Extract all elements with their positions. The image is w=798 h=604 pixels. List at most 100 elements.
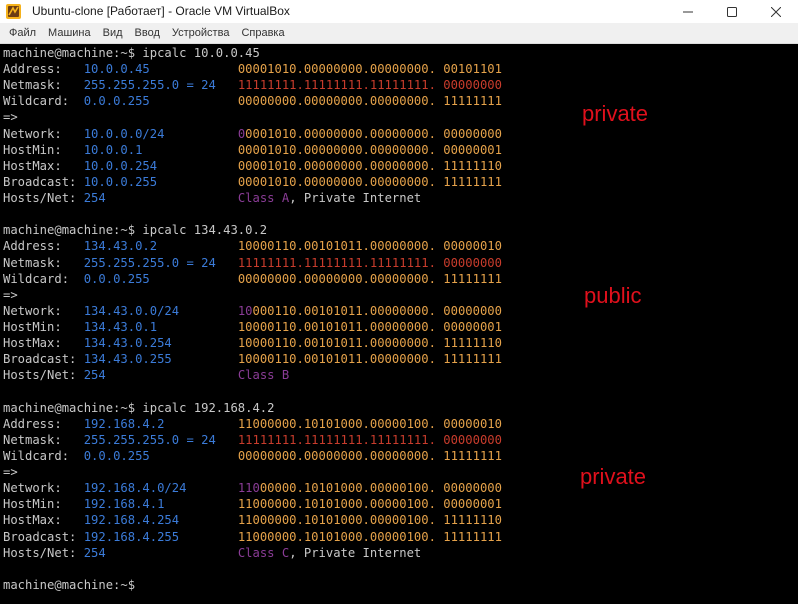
terminal-text: Broadcast:: [3, 529, 84, 544]
terminal-text: 192.168.4.0/24: [83, 481, 238, 496]
terminal-text: 00001010.00000000.00000000. 11111110: [237, 158, 502, 173]
terminal-screen[interactable]: machine@machine:~$ ipcalc 10.0.0.45 Addre…: [0, 44, 798, 604]
terminal-line: HostMin: 10.0.0.1 00001010.00000000.0000…: [3, 142, 502, 158]
terminal-line: =>: [3, 464, 18, 480]
terminal-text: 134.43.0.254: [83, 336, 238, 351]
menu-input[interactable]: Ввод: [129, 27, 166, 39]
terminal-text: 10000110.00101011.00000000. 11111110: [237, 336, 502, 351]
terminal-text: =>: [3, 110, 18, 125]
terminal-text: 134.43.0.2: [83, 239, 238, 254]
terminal-text: 254: [83, 545, 238, 560]
menu-bar: Файл Машина Вид Ввод Устройства Справка: [0, 23, 798, 44]
terminal-text: Address:: [3, 416, 84, 431]
maximize-icon: [727, 6, 737, 17]
terminal-line: Wildcard: 0.0.0.255 00000000.00000000.00…: [3, 93, 502, 109]
terminal-text: 11111111.11111111.11111111. 00000000: [237, 78, 502, 93]
menu-help[interactable]: Справка: [235, 27, 290, 39]
terminal-line: machine@machine:~$: [3, 577, 135, 593]
terminal-line: Network: 192.168.4.0/24 11000000.1010100…: [3, 480, 502, 496]
terminal-text: 192.168.4.2: [83, 416, 238, 431]
terminal-text: Network:: [3, 481, 84, 496]
terminal-text: 10.0.0.254: [83, 158, 238, 173]
terminal-text: Hosts/Net:: [3, 545, 84, 560]
terminal-text: Network:: [3, 303, 84, 318]
terminal-line: Netmask: 255.255.255.0 = 24 11111111.111…: [3, 255, 502, 271]
terminal-text: machine@machine:~$ ipcalc 192.168.4.2: [3, 400, 275, 415]
terminal-text: , Private Internet: [289, 191, 422, 206]
terminal-text: Netmask:: [3, 78, 84, 93]
terminal-line: Hosts/Net: 254 Class C, Private Internet: [3, 545, 421, 561]
terminal-text: HostMax:: [3, 513, 84, 528]
terminal-text: 255.255.255.0 = 24: [83, 432, 238, 447]
terminal-text: Address:: [3, 62, 84, 77]
terminal-text: Wildcard:: [3, 271, 84, 286]
terminal-text: machine@machine:~$ ipcalc 134.43.0.2: [3, 223, 268, 238]
terminal-line: HostMax: 192.168.4.254 11000000.10101000…: [3, 512, 502, 528]
terminal-text: 00001010.00000000.00000000. 00101101: [237, 62, 502, 77]
terminal-text: 0001010.00000000.00000000. 00000000: [245, 126, 502, 141]
annotation-private-1: private: [582, 101, 649, 126]
terminal-text: 192.168.4.255: [83, 529, 238, 544]
terminal-text: 00001010.00000000.00000000. 11111111: [237, 174, 502, 189]
terminal-text: 192.168.4.254: [83, 513, 238, 528]
menu-machine[interactable]: Машина: [42, 27, 97, 39]
terminal-text: 254: [83, 191, 238, 206]
terminal-line: Network: 10.0.0.0/24 00001010.00000000.0…: [3, 126, 502, 142]
terminal-text: 11111111.11111111.11111111. 00000000: [237, 432, 502, 447]
close-icon: [771, 6, 781, 17]
menu-view[interactable]: Вид: [97, 27, 129, 39]
terminal-line: Netmask: 255.255.255.0 = 24 11111111.111…: [3, 432, 502, 448]
terminal-text: 10.0.0.45: [83, 62, 238, 77]
terminal-text: 0.0.0.255: [83, 94, 238, 109]
terminal-line: Netmask: 255.255.255.0 = 24 11111111.111…: [3, 77, 502, 93]
terminal-text: 11000000.10101000.00000100. 11111111: [237, 529, 502, 544]
terminal-text: Class C: [237, 545, 290, 560]
minimize-icon: [683, 11, 693, 12]
window-titlebar: Ubuntu-clone [Работает] - Oracle VM Virt…: [0, 0, 798, 23]
terminal-text: Netmask:: [3, 432, 84, 447]
terminal-text: 11000000.10101000.00000100. 00000010: [237, 416, 502, 431]
terminal-text: 00000000.00000000.00000000. 11111111: [237, 449, 502, 463]
terminal-text: 10: [237, 303, 253, 318]
terminal-text: 10.0.0.1: [83, 142, 238, 157]
menu-devices[interactable]: Устройства: [166, 27, 236, 39]
terminal-text: =>: [3, 287, 18, 302]
terminal-line: HostMax: 134.43.0.254 10000110.00101011.…: [3, 335, 502, 351]
terminal-line: machine@machine:~$ ipcalc 10.0.0.45: [3, 45, 260, 61]
terminal-text: Hosts/Net:: [3, 191, 84, 206]
terminal-text: 11000000.10101000.00000100. 11111110: [237, 513, 502, 528]
terminal-text: 255.255.255.0 = 24: [83, 78, 238, 93]
window-title: Ubuntu-clone [Работает] - Oracle VM Virt…: [32, 4, 290, 18]
terminal-text: Network:: [3, 126, 84, 141]
terminal-line: Broadcast: 134.43.0.255 10000110.0010101…: [3, 351, 502, 367]
terminal-text: 134.43.0.0/24: [83, 303, 238, 318]
close-button[interactable]: [754, 0, 798, 23]
terminal-line: Address: 192.168.4.2 11000000.10101000.0…: [3, 416, 502, 432]
terminal-text: 00000.10101000.00000100. 00000000: [259, 481, 502, 496]
terminal-text: 00001010.00000000.00000000. 00000001: [237, 142, 502, 157]
terminal-line: HostMax: 10.0.0.254 00001010.00000000.00…: [3, 158, 502, 174]
terminal-line: machine@machine:~$ ipcalc 192.168.4.2: [3, 400, 275, 416]
terminal-text: 192.168.4.1: [83, 497, 238, 512]
terminal-text: 00000000.00000000.00000000. 11111111: [237, 94, 502, 109]
terminal-line: Hosts/Net: 254 Class A, Private Internet: [3, 190, 421, 206]
terminal-line: =>: [3, 109, 18, 125]
terminal-line: HostMin: 192.168.4.1 11000000.10101000.0…: [3, 496, 502, 512]
maximize-button[interactable]: [710, 0, 754, 23]
annotation-public: public: [584, 283, 642, 308]
terminal-text: 134.43.0.1: [83, 320, 238, 335]
terminal-text: 10.0.0.255: [83, 174, 238, 189]
terminal-text: HostMin:: [3, 320, 84, 335]
terminal-line: HostMin: 134.43.0.1 10000110.00101011.00…: [3, 319, 502, 335]
terminal-text: 10000110.00101011.00000000. 00000001: [237, 320, 502, 335]
terminal-text: 0.0.0.255: [83, 271, 238, 286]
terminal-text: =>: [3, 465, 18, 480]
terminal-text: 10000110.00101011.00000000. 00000010: [237, 239, 502, 254]
menu-file[interactable]: Файл: [3, 27, 42, 39]
terminal-text: Class A: [237, 191, 290, 206]
minimize-button[interactable]: [666, 0, 710, 23]
terminal-text: Broadcast:: [3, 174, 84, 189]
terminal-line: machine@machine:~$ ipcalc 134.43.0.2: [3, 222, 267, 238]
terminal-text: 11111111.11111111.11111111. 00000000: [237, 255, 502, 270]
terminal-line: =>: [3, 287, 18, 303]
